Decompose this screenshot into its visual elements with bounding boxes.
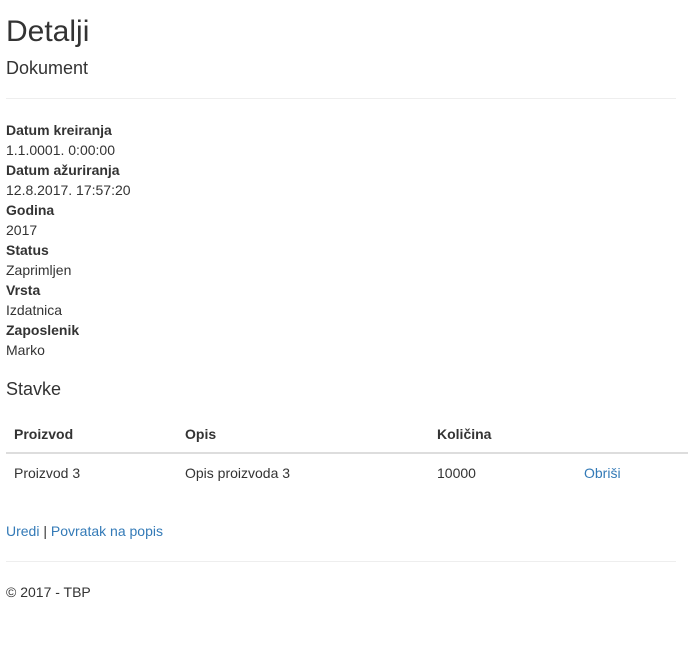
- table-row: Proizvod 3 Opis proizvoda 3 10000 Obriši: [6, 452, 688, 491]
- cell-product: Proizvod 3: [6, 452, 177, 491]
- page-container: Detalji Dokument Datum kreiranja 1.1.000…: [0, 0, 688, 602]
- column-header-quantity: Količina: [429, 416, 576, 454]
- detail-label-updated: Datum ažuriranja: [6, 162, 120, 178]
- cell-description: Opis proizvoda 3: [177, 452, 429, 491]
- column-header-description: Opis: [177, 416, 429, 454]
- footer-text: © 2017 - TBP: [6, 584, 91, 600]
- action-links: Uredi | Povratak na popis: [6, 521, 676, 541]
- back-to-list-link[interactable]: Povratak na popis: [51, 523, 163, 539]
- column-header-product: Proizvod: [6, 416, 177, 454]
- page-subtitle: Dokument: [6, 58, 89, 78]
- items-table: Proizvod Opis Količina Proizvod 3 Opis p…: [6, 416, 688, 491]
- footer: © 2017 - TBP: [6, 582, 676, 602]
- details-list: Datum kreiranja 1.1.0001. 0:00:00 Datum …: [6, 120, 676, 360]
- detail-value-created: 1.1.0001. 0:00:00: [6, 142, 115, 158]
- detail-label-type: Vrsta: [6, 282, 41, 298]
- detail-value-employee: Marko: [6, 342, 45, 358]
- detail-label-created: Datum kreiranja: [6, 122, 112, 138]
- table-header-row: Proizvod Opis Količina: [6, 416, 688, 454]
- column-header-actions: [576, 416, 688, 454]
- link-separator: |: [43, 523, 47, 539]
- detail-label-status: Status: [6, 242, 49, 258]
- detail-value-updated: 12.8.2017. 17:57:20: [6, 182, 131, 198]
- cell-quantity: 10000: [429, 452, 576, 491]
- footer-divider: [6, 561, 676, 562]
- detail-value-year: 2017: [6, 222, 38, 238]
- delete-link[interactable]: Obriši: [584, 465, 621, 481]
- detail-value-status: Zaprimljen: [6, 262, 72, 278]
- cell-actions: Obriši: [576, 452, 688, 491]
- divider: [6, 98, 676, 99]
- edit-link[interactable]: Uredi: [6, 523, 39, 539]
- detail-label-employee: Zaposlenik: [6, 322, 80, 338]
- detail-value-type: Izdatnica: [6, 302, 63, 318]
- detail-label-year: Godina: [6, 202, 55, 218]
- page-title: Detalji: [6, 15, 90, 48]
- items-section-title: Stavke: [6, 379, 62, 399]
